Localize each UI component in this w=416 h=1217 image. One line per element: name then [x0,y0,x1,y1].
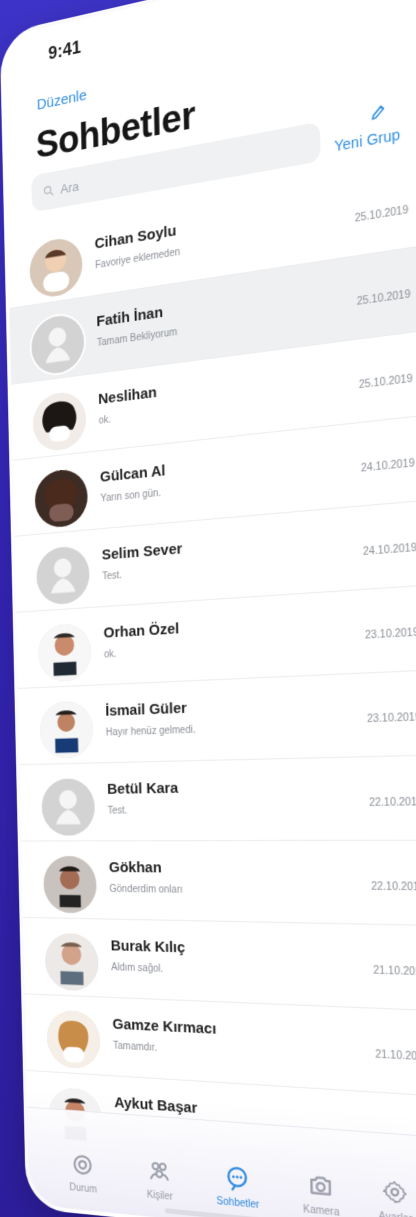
avatar [43,856,98,914]
gear-icon [378,1175,411,1210]
avatar [32,389,87,453]
pencil-icon[interactable] [369,100,389,123]
new-group-button[interactable]: Yeni Grup [334,126,400,155]
user-avatar-icon [43,856,98,914]
contact-name: Selim Sever [101,540,183,564]
avatar [34,467,89,530]
contact-name: Cihan Soylu [94,222,177,253]
user-avatar-icon [29,235,83,300]
user-avatar-icon [37,622,92,683]
message-date: 25.10.2019 [354,204,409,225]
last-message: ok. [103,648,117,661]
message-date: 21.10.2019 [373,965,416,979]
chat-icon [222,1162,253,1195]
default-avatar-icon [30,312,85,377]
default-avatar-icon [41,778,96,836]
last-message: Gönderdim onları [109,883,183,896]
chat-row-betul-kara[interactable]: Betül Kara Test. 22.10.2019 [19,755,416,842]
last-message: Yarın son gün. [100,487,162,505]
camera-icon [305,1169,337,1203]
people-icon [145,1155,174,1188]
avatar [29,235,83,300]
contact-name: Gülcan Al [99,462,166,486]
contact-name: Gökhan [108,859,162,877]
edit-button[interactable]: Düzenle [37,87,87,114]
search-placeholder: Ara [60,178,79,197]
nav-item-ayarlar[interactable]: Ayarlar [354,1173,416,1217]
message-date: 22.10.2019 [368,796,416,810]
message-date: 25.10.2019 [358,373,413,392]
contact-name: Neslihan [98,383,158,408]
avatar [36,545,90,606]
user-avatar-icon [44,932,99,992]
message-date: 21.10.2019 [375,1049,416,1064]
avatar [46,1009,101,1070]
default-avatar-icon [36,545,90,606]
last-message: ok. [98,414,112,427]
phone-frame: 9:41 ▮▮▮ ◔ ▭ Düzenle Sohbetler Yeni Grup [0,0,416,1217]
nav-item-kamera[interactable]: Kamera [281,1167,361,1217]
contact-name: Betül Kara [106,779,179,798]
avatar [41,778,96,836]
nav-item-kisiler[interactable]: Kişiler [123,1153,197,1205]
contact-name: Burak Kılıç [110,937,186,957]
avatar [44,932,99,992]
avatar [30,312,85,377]
last-message: Hayır henüz gelmedi. [105,724,196,739]
nav-label: Ayarlar [355,1209,416,1217]
last-message: Test. [107,805,128,817]
contact-name: Gamze Kırmacı [112,1015,217,1038]
last-message: Tamam Bekliyorum [96,326,178,349]
status-time: 9:41 [48,36,82,64]
contact-name: İsmail Güler [105,699,187,720]
stage: 9:41 ▮▮▮ ◔ ▭ Düzenle Sohbetler Yeni Grup [0,0,416,1217]
search-icon [42,183,55,199]
nav-item-sohbetler[interactable]: Sohbetler [199,1160,276,1213]
user-avatar-icon [39,700,94,759]
user-avatar-icon [34,467,89,530]
contact-name: Orhan Özel [103,620,180,642]
message-date: 23.10.2019 [364,627,416,642]
nav-item-durum[interactable]: Durum [48,1147,119,1198]
last-message: Test. [102,570,123,583]
nav-label: Kamera [302,1203,340,1217]
message-date: 25.10.2019 [356,288,411,309]
avatar [39,700,94,759]
new-group-label: Yeni Grup [334,125,401,155]
chat-row-gokhan[interactable]: Gökhan Gönderdim onları 22.10.2019 [21,840,416,927]
last-message: Aldım sağol. [111,962,164,975]
message-date: 22.10.2019 [370,881,416,894]
chat-screen: 9:41 ▮▮▮ ◔ ▭ Düzenle Sohbetler Yeni Grup [3,0,416,1217]
contact-name: Fatih İnan [96,303,164,331]
message-date: 23.10.2019 [366,711,416,726]
nav-label: Sohbetler [216,1195,260,1212]
nav-label: Durum [69,1182,98,1196]
chat-list: Cihan Soylu Favoriye eklemeden 25.10.201… [7,161,416,1183]
user-avatar-icon [46,1009,101,1070]
status-bar: 9:41 ▮▮▮ ◔ ▭ [3,0,416,94]
last-message: Tamamdır. [112,1040,158,1054]
nav-label: Kişiler [146,1189,173,1203]
circle-icon [69,1149,97,1181]
message-date: 24.10.2019 [362,542,416,559]
user-avatar-icon [32,389,87,453]
message-date: 24.10.2019 [360,457,415,475]
avatar [37,622,92,683]
